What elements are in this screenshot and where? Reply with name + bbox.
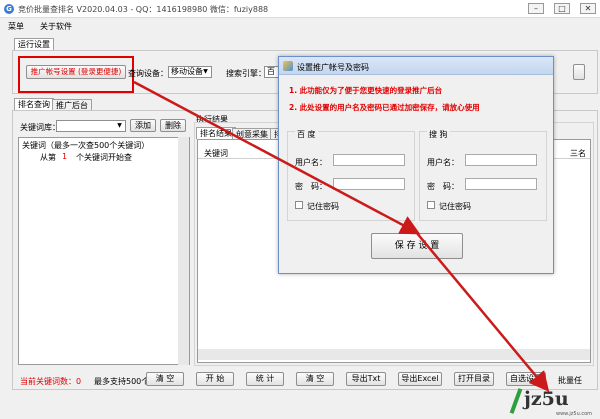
arrow-to-auto-settings — [415, 231, 550, 392]
arrow-to-dialog — [133, 80, 421, 235]
leaf-icon — [509, 388, 523, 414]
watermark-logo: jz5u www.jz5u.com — [509, 388, 598, 418]
annotation-arrows — [133, 80, 550, 392]
watermark-logo-text: jz5u — [524, 388, 569, 410]
watermark-site: www.jz5u.com — [556, 411, 593, 417]
